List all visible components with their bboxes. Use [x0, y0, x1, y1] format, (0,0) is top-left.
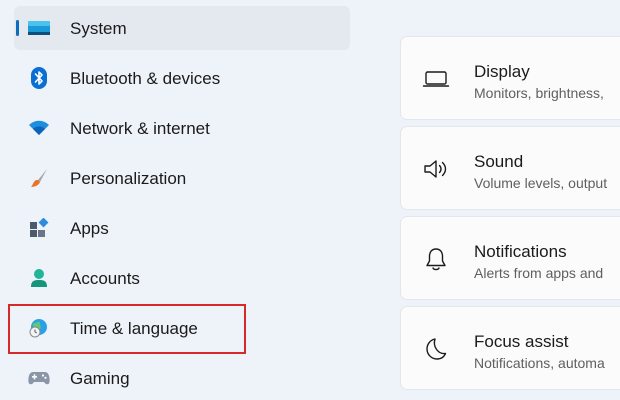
- nav-item-network-internet[interactable]: Network & internet: [14, 106, 350, 150]
- card-title-notifications: Notifications: [474, 242, 567, 261]
- card-subtitle-notifications: Alerts from apps and: [474, 265, 604, 281]
- wifi-icon: [26, 117, 52, 139]
- nav-item-apps[interactable]: Apps: [14, 206, 350, 250]
- nav-label-gaming: Gaming: [70, 369, 130, 388]
- moon-icon: [421, 334, 451, 364]
- card-focus-assist[interactable]: Focus assist Notifications, automa: [400, 306, 620, 390]
- card-subtitle-focus-assist: Notifications, automa: [474, 355, 605, 371]
- nav-label-network: Network & internet: [70, 119, 210, 138]
- card-sound[interactable]: Sound Volume levels, output: [400, 126, 620, 210]
- nav-label-accounts: Accounts: [70, 269, 140, 288]
- nav-label-apps: Apps: [70, 219, 109, 238]
- card-title-focus-assist: Focus assist: [474, 332, 569, 351]
- nav-item-system[interactable]: System: [14, 6, 350, 50]
- card-subtitle-sound: Volume levels, output: [474, 175, 608, 191]
- speaker-icon: [421, 154, 451, 184]
- nav-item-accounts[interactable]: Accounts: [14, 256, 350, 300]
- card-title-sound: Sound: [474, 152, 524, 171]
- laptop-icon: [421, 64, 451, 94]
- card-display[interactable]: Display Monitors, brightness,: [400, 36, 620, 120]
- bell-icon: [421, 244, 451, 274]
- nav-label-personalization: Personalization: [70, 169, 187, 188]
- paintbrush-icon: [26, 167, 52, 189]
- card-notifications[interactable]: Notifications Alerts from apps and: [400, 216, 620, 300]
- bluetooth-icon: [26, 67, 52, 89]
- person-icon: [26, 267, 52, 289]
- nav-item-bluetooth-devices[interactable]: Bluetooth & devices: [14, 56, 350, 100]
- highlight-box: [8, 304, 246, 354]
- nav-label-bluetooth: Bluetooth & devices: [70, 69, 221, 88]
- monitor-icon: [26, 17, 52, 39]
- card-subtitle-display: Monitors, brightness,: [474, 85, 604, 101]
- card-title-display: Display: [474, 62, 530, 81]
- nav-item-personalization[interactable]: Personalization: [14, 156, 350, 200]
- gamepad-icon: [26, 367, 52, 389]
- selection-indicator: [16, 20, 19, 36]
- nav-item-gaming[interactable]: Gaming: [14, 356, 350, 400]
- apps-icon: [26, 217, 52, 239]
- nav-label-system: System: [70, 19, 127, 38]
